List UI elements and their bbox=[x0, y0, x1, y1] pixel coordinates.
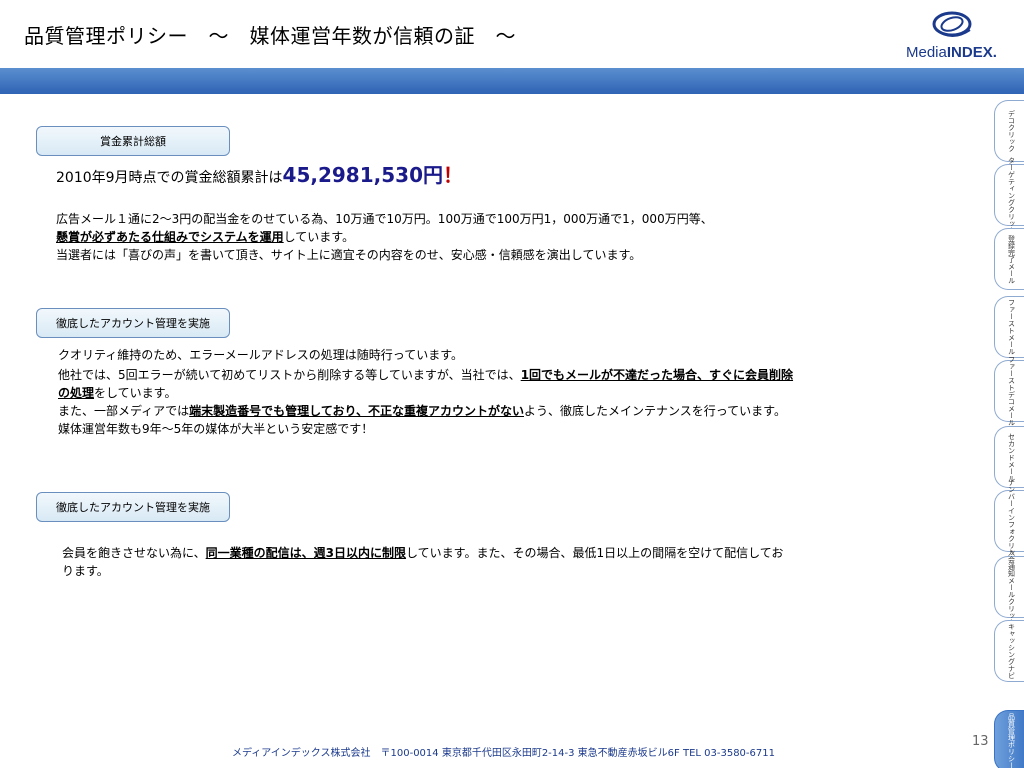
page-title: 品質管理ポリシー ～ 媒体運営年数が信頼の証 ～ bbox=[24, 24, 516, 48]
prize-description-2: 懸賞が必ずあたる仕組みでシステムを運用しています。 bbox=[56, 230, 355, 244]
side-tab-join-notice-click[interactable]: 入会通知メールクリック bbox=[994, 549, 1024, 626]
footer-address: メディアインデックス株式会社 〒100-0014 東京都千代田区永田町2-14-… bbox=[232, 748, 775, 759]
account-line-5: 媒体運営年数も9年～5年の媒体が大半という安定感です！ bbox=[58, 422, 374, 436]
side-tab-number-info-click[interactable]: ナンバーインフォクリック bbox=[994, 479, 1024, 563]
side-tab-first-deco-mail[interactable]: ファーストデコメール bbox=[994, 356, 1024, 426]
page-number: 13 bbox=[972, 734, 989, 749]
account-line-2: 他社では、5回エラーが続いて初めてリストから削除する等していますが、当社では、1… bbox=[58, 368, 794, 382]
account-line-4: また、一部メディアでは端末製造番号でも管理しており、不正な重複アカウントがないよ… bbox=[58, 404, 786, 418]
section-label-account-management: 徹底したアカウント管理を実施 bbox=[36, 308, 230, 338]
prize-total-line: 2010年9月時点での賞金総額累計は45,2981,530円！ bbox=[56, 163, 463, 187]
account-line-1: クオリティ維持のため、エラーメールアドレスの処理は随時行っています。 bbox=[58, 348, 464, 362]
prize-description-1: 広告メール１通に2～3円の配当金をのせている為、10万通で10万円。100万通で… bbox=[56, 212, 713, 226]
logo-mark-icon bbox=[932, 11, 972, 37]
exclamation-mark: ！ bbox=[443, 163, 463, 187]
prize-description-3: 当選者には「喜びの声」を書いて頂き、サイト上に適宜その内容をのせ、安心感・信頼感… bbox=[56, 248, 642, 262]
side-tab-first-mail[interactable]: ファーストメール bbox=[994, 296, 1024, 358]
section-label-delivery-limit: 徹底したアカウント管理を実施 bbox=[36, 492, 230, 522]
side-tab-targeting-click[interactable]: ターゲティングクリック bbox=[994, 157, 1024, 234]
delivery-line-2: ります。 bbox=[62, 564, 109, 578]
side-tab-cashing-navi[interactable]: キャッシングナビ bbox=[994, 620, 1024, 682]
delivery-line-1: 会員を飽きさせない為に、同一業種の配信は、週3日以内に制限しています。また、その… bbox=[62, 546, 784, 560]
side-tab-registration-mail[interactable]: 登録完了メール bbox=[994, 228, 1024, 290]
prize-amount: 45,2981,530円 bbox=[282, 163, 443, 187]
logo-text: MediaINDEX. bbox=[906, 44, 997, 61]
side-tab-deco-click[interactable]: デコクリック bbox=[994, 100, 1024, 162]
company-logo: MediaINDEX. bbox=[906, 8, 1018, 66]
account-line-3: の処理をしています。 bbox=[58, 386, 177, 400]
side-tab-quality-policy[interactable]: 品質管理ポリシー bbox=[994, 710, 1024, 768]
section-label-prize-total: 賞金累計総額 bbox=[36, 126, 230, 156]
header-bar bbox=[0, 68, 1024, 94]
